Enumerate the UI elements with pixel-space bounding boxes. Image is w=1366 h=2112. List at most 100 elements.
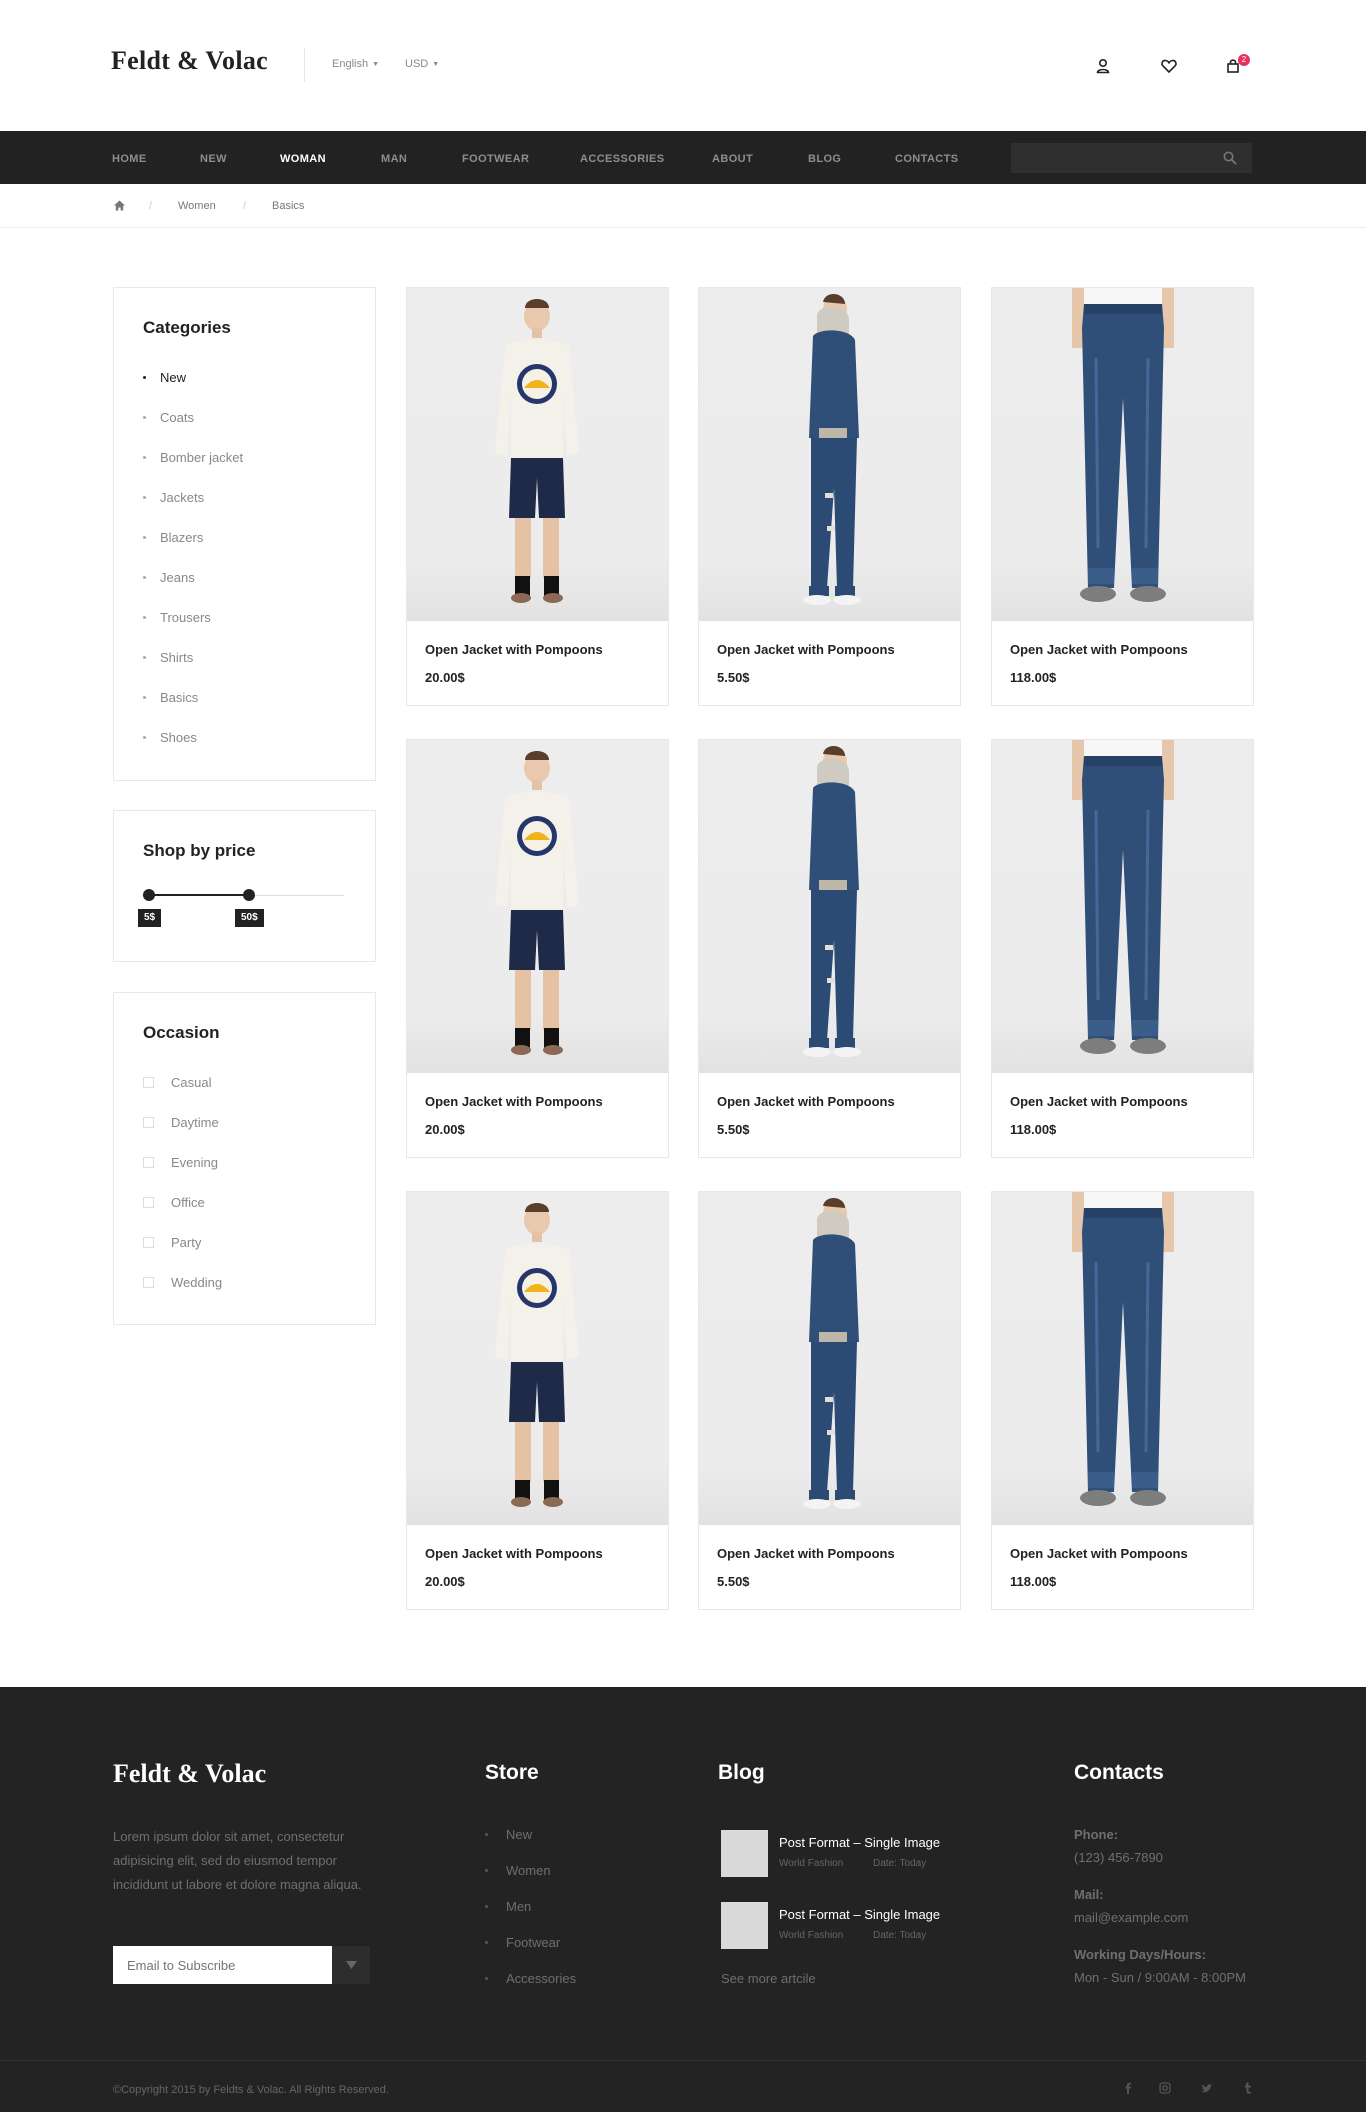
breadcrumb-women[interactable]: Women [178,200,216,212]
blog-post-thumbnail[interactable] [721,1830,768,1877]
category-trousers[interactable]: Trousers [143,610,211,625]
product-image[interactable] [699,288,960,621]
footer-blog-title: Blog [718,1761,765,1784]
twitter-icon[interactable] [1200,2081,1214,2095]
checkbox[interactable] [143,1117,154,1128]
footer-link-accessories[interactable]: Accessories [485,1971,576,1986]
nav-about[interactable]: ABOUT [712,153,753,165]
occasion-evening[interactable]: Evening [143,1155,218,1170]
blog-post-thumbnail[interactable] [721,1902,768,1949]
price-slider-max-handle[interactable] [243,889,255,901]
category-basics[interactable]: Basics [143,690,198,705]
product-image[interactable] [407,288,668,621]
user-icon[interactable] [1093,56,1113,76]
category-jeans[interactable]: Jeans [143,570,195,585]
product-card[interactable]: Open Jacket with Pompoons 20.00$ [406,1191,669,1610]
product-name[interactable]: Open Jacket with Pompoons [717,1546,895,1561]
phone-value: (123) 456-7890 [1074,1850,1163,1865]
price-filter-panel: Shop by price 5$ 50$ [113,810,376,962]
checkbox[interactable] [143,1197,154,1208]
product-name[interactable]: Open Jacket with Pompoons [717,642,895,657]
product-card[interactable]: Open Jacket with Pompoons 5.50$ [698,287,961,706]
search-input[interactable] [1011,143,1252,173]
checkbox[interactable] [143,1077,154,1088]
footer-logo[interactable]: Feldt & Volac [113,1759,266,1789]
product-image[interactable] [407,1192,668,1525]
product-card[interactable]: Open Jacket with Pompoons 118.00$ [991,287,1254,706]
nav-contacts[interactable]: CONTACTS [895,153,959,165]
blog-post-title[interactable]: Post Format – Single Image [779,1835,940,1850]
product-card[interactable]: Open Jacket with Pompoons 118.00$ [991,739,1254,1158]
occasion-daytime[interactable]: Daytime [143,1115,219,1130]
occasion-office[interactable]: Office [143,1195,205,1210]
category-blazers[interactable]: Blazers [143,530,203,545]
product-card[interactable]: Open Jacket with Pompoons 20.00$ [406,287,669,706]
footer-link-women[interactable]: Women [485,1863,551,1878]
hours-label: Working Days/Hours: [1074,1947,1206,1962]
category-coats[interactable]: Coats [143,410,194,425]
nav-blog[interactable]: BLOG [808,153,841,165]
product-card[interactable]: Open Jacket with Pompoons 5.50$ [698,739,961,1158]
checkbox[interactable] [143,1237,154,1248]
product-name[interactable]: Open Jacket with Pompoons [1010,1094,1188,1109]
product-card[interactable]: Open Jacket with Pompoons 20.00$ [406,739,669,1158]
search-icon[interactable] [1222,150,1238,166]
home-icon[interactable] [113,199,126,212]
blog-post-title[interactable]: Post Format – Single Image [779,1907,940,1922]
language-select[interactable]: English ▼ [332,58,379,70]
footer-link-men[interactable]: Men [485,1899,531,1914]
product-name[interactable]: Open Jacket with Pompoons [1010,642,1188,657]
checkbox[interactable] [143,1157,154,1168]
nav-man[interactable]: MAN [381,153,407,165]
product-image[interactable] [992,288,1253,621]
product-name[interactable]: Open Jacket with Pompoons [425,642,603,657]
categories-panel: Categories New Coats Bomber jacket Jacke… [113,287,376,781]
occasion-party[interactable]: Party [143,1235,201,1250]
category-new[interactable]: New [143,370,186,385]
category-jackets[interactable]: Jackets [143,490,204,505]
subscribe-button[interactable] [332,1946,370,1984]
nav-accessories[interactable]: ACCESSORIES [580,153,664,165]
footer-divider [0,2060,1366,2061]
nav-woman[interactable]: WOMAN [280,153,326,165]
product-image[interactable] [992,1192,1253,1525]
product-image[interactable] [699,1192,960,1525]
product-price: 20.00$ [425,670,465,685]
product-image[interactable] [407,740,668,1073]
nav-new[interactable]: NEW [200,153,227,165]
category-bomber-jacket[interactable]: Bomber jacket [143,450,243,465]
product-name[interactable]: Open Jacket with Pompoons [425,1546,603,1561]
product-price: 5.50$ [717,1574,750,1589]
occasion-panel: Occasion Casual Daytime Evening Office P… [113,992,376,1325]
product-image[interactable] [992,740,1253,1073]
category-shoes[interactable]: Shoes [143,730,197,745]
product-image[interactable] [699,740,960,1073]
mail-value[interactable]: mail@example.com [1074,1910,1188,1925]
header-divider [304,48,305,82]
site-logo[interactable]: Feldt & Volac [111,46,268,76]
nav-footwear[interactable]: FOOTWEAR [462,153,529,165]
occasion-casual[interactable]: Casual [143,1075,211,1090]
footer-link-footwear[interactable]: Footwear [485,1935,560,1950]
tumblr-icon[interactable] [1241,2081,1255,2095]
currency-select[interactable]: USD ▼ [405,58,439,70]
product-card[interactable]: Open Jacket with Pompoons 5.50$ [698,1191,961,1610]
see-more-articles-link[interactable]: See more artcile [721,1971,816,1986]
product-name[interactable]: Open Jacket with Pompoons [1010,1546,1188,1561]
mail-label: Mail: [1074,1887,1104,1902]
product-name[interactable]: Open Jacket with Pompoons [425,1094,603,1109]
footer-link-new[interactable]: New [485,1827,532,1842]
instagram-icon[interactable] [1158,2081,1172,2095]
category-shirts[interactable]: Shirts [143,650,193,665]
occasion-wedding[interactable]: Wedding [143,1275,222,1290]
product-card[interactable]: Open Jacket with Pompoons 118.00$ [991,1191,1254,1610]
price-slider-range [148,894,248,896]
facebook-icon[interactable] [1121,2081,1135,2095]
occasion-title: Occasion [143,1023,220,1042]
nav-home[interactable]: HOME [112,153,147,165]
heart-icon[interactable] [1159,56,1179,76]
subscribe-email-input[interactable] [113,1946,332,1984]
price-slider-min-handle[interactable] [143,889,155,901]
product-name[interactable]: Open Jacket with Pompoons [717,1094,895,1109]
checkbox[interactable] [143,1277,154,1288]
